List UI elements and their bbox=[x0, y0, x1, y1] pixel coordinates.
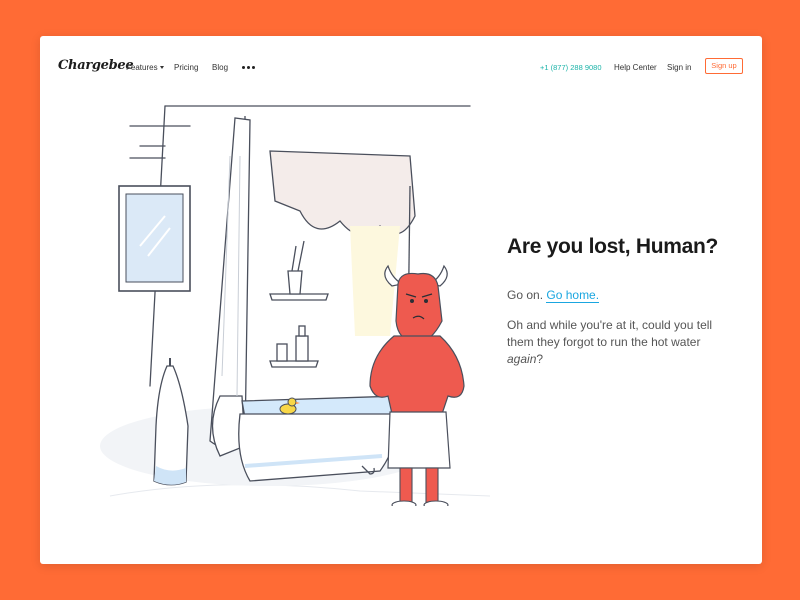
message-end: ? bbox=[536, 352, 544, 366]
nav-help-center[interactable]: Help Center bbox=[614, 63, 657, 72]
nav-features-label: Features bbox=[126, 63, 158, 72]
phone-link[interactable]: +1 (877) 288 9080 bbox=[540, 63, 602, 72]
bathroom-monster-illustration bbox=[100, 105, 490, 506]
go-home-line: Go on. Go home. bbox=[507, 288, 600, 303]
shelves bbox=[269, 240, 329, 368]
page-window: Chargebee Features Pricing Blog +1 (877)… bbox=[40, 36, 762, 564]
page-title: Are you lost, Human? bbox=[507, 235, 719, 258]
nav-features[interactable]: Features bbox=[126, 63, 164, 72]
top-nav: Chargebee Features Pricing Blog +1 (877)… bbox=[40, 36, 762, 98]
chargebee-logo[interactable]: Chargebee bbox=[58, 58, 134, 73]
sign-up-button[interactable]: Sign up bbox=[705, 58, 743, 74]
go-home-link[interactable]: Go home. bbox=[546, 288, 600, 303]
message-emphasis: again bbox=[507, 352, 537, 366]
message-text: Oh and while you're at it, could you tel… bbox=[507, 318, 713, 349]
window-frame bbox=[118, 185, 191, 292]
nav-pricing[interactable]: Pricing bbox=[174, 63, 198, 72]
curtain-valance bbox=[269, 150, 416, 236]
nav-blog[interactable]: Blog bbox=[212, 63, 228, 72]
more-dots-icon[interactable] bbox=[242, 66, 255, 69]
bathtub bbox=[238, 395, 401, 482]
caret-down-icon bbox=[159, 66, 164, 69]
hanging-towel bbox=[153, 358, 189, 486]
hot-water-message: Oh and while you're at it, could you tel… bbox=[507, 317, 717, 368]
go-on-text: Go on. bbox=[507, 288, 544, 302]
nav-sign-in[interactable]: Sign in bbox=[667, 63, 691, 72]
